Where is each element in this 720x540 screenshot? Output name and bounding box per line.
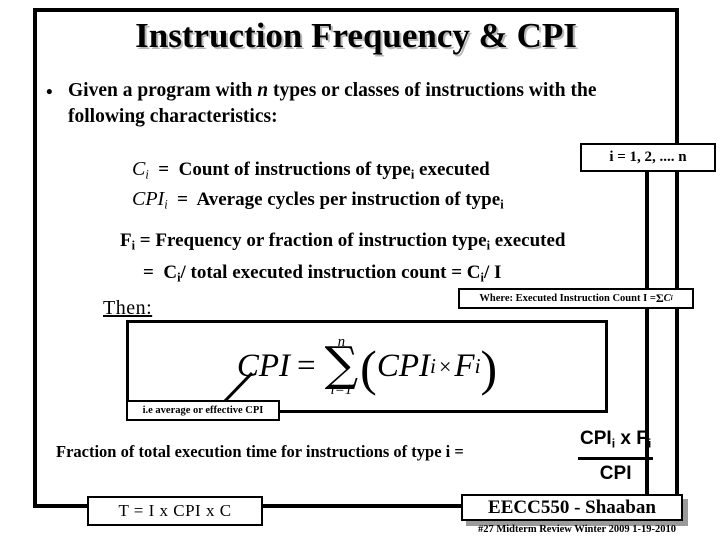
bullet-paragraph: • Given a program with n types or classe…: [46, 78, 636, 130]
ie-callout-text: i.e average or effective CPI: [142, 405, 264, 416]
credit-badge-face: EECC550 - Shaaban: [461, 494, 683, 521]
definition-fi-alt-text-b: / total executed instruction count = C: [180, 262, 481, 283]
definition-fi-text: Frequency or fraction of instruction typ…: [155, 230, 487, 251]
ie-callout-leader-line: [223, 372, 253, 403]
range-callout-connector-line: [645, 172, 649, 505]
definition-cpii-text: Average cycles per instruction of type: [196, 189, 501, 210]
range-callout-text: i = 1, 2, .... n: [609, 149, 687, 165]
fraction-expression: CPIi x Fi CPI: [578, 427, 654, 486]
definition-fi-alt-text-a: C: [163, 262, 178, 283]
definition-ci-symbol: C: [132, 158, 146, 180]
credit-badge-text: EECC550 - Shaaban: [488, 496, 656, 518]
page-title: Instruction Frequency & CPI: [135, 16, 577, 55]
definition-cpii-symbol-sub: i: [164, 197, 168, 212]
range-callout-box: i = 1, 2, .... n: [580, 143, 716, 172]
fraction-sentence: Fraction of total execution time for ins…: [56, 442, 464, 461]
definition-cpii: CPIi = Average cycles per instruction of…: [132, 188, 504, 215]
multiply-icon: ×: [438, 353, 452, 379]
definition-fi-alt: = Ci/ total executed instruction count =…: [143, 262, 501, 288]
definition-fi-symbol-sub: i: [131, 238, 136, 253]
definition-ci-text-tail: executed: [414, 159, 490, 180]
credit-footer: #27 Midterm Review Winter 2009 1-19-2010: [477, 524, 676, 535]
cpi-formula-expression: CPI = n ∑ i=1 ( CPI i × Fi ): [237, 335, 497, 398]
cpi-formula-term1: CPI: [376, 348, 430, 384]
definition-fi-text-tail: executed: [490, 230, 566, 251]
summation-sigma-icon: ∑: [324, 337, 359, 393]
bullet-variable-n: n: [257, 80, 269, 101]
where-callout-prefix: Where: Executed Instruction Count I =: [479, 293, 656, 304]
where-callout-term: C: [663, 293, 671, 304]
definition-fi-alt-equals: =: [143, 262, 154, 283]
ie-callout-box: i.e average or effective CPI: [126, 400, 280, 421]
definition-cpii-equals: =: [177, 189, 188, 210]
bullet-marker-icon: •: [46, 82, 53, 103]
t-equation-box: T = I x CPI x C: [87, 496, 263, 526]
close-paren: ): [480, 339, 498, 396]
definition-fi-alt-text-c: / I: [483, 262, 502, 283]
where-callout-box: Where: Executed Instruction Count I = ΣC…: [458, 288, 694, 309]
credit-badge: EECC550 - Shaaban: [461, 494, 688, 526]
fraction-denominator: CPI: [599, 462, 632, 484]
definition-ci: Ci = Count of instructions of typei exec…: [132, 158, 490, 185]
cpi-formula-term1-sub: i: [430, 354, 436, 378]
where-callout-term-sub: i: [670, 295, 673, 302]
definition-cpii-symbol: CPI: [132, 188, 165, 210]
bullet-text-part1: Given a program with: [68, 80, 258, 101]
definition-fi-equals: =: [139, 230, 151, 251]
definition-ci-text: Count of instructions of type: [178, 159, 411, 180]
definition-fi: Fi = Frequency or fraction of instructio…: [120, 230, 566, 256]
cpi-formula-term2: F: [454, 348, 475, 384]
cpi-formula-equals: =: [296, 348, 316, 384]
open-paren: (: [360, 339, 377, 396]
definition-ci-equals: =: [158, 159, 170, 180]
then-label: Then:: [103, 297, 153, 319]
fraction-numerator-b: x F: [615, 428, 648, 449]
bullet-text: Given a program with n types or classes …: [68, 78, 636, 130]
sigma-icon: Σ: [655, 291, 664, 305]
summation-operator: n ∑ i=1: [325, 335, 359, 398]
fraction-numerator: CPIi x Fi: [578, 427, 654, 460]
t-equation-text: T = I x CPI x C: [118, 501, 232, 520]
summation-lower-limit: i=1: [330, 381, 353, 398]
definition-ci-symbol-sub: i: [145, 167, 149, 182]
definition-cpii-text-sub: i: [500, 197, 504, 212]
fraction-numerator-a: CPI: [580, 428, 612, 449]
definition-fi-symbol: F: [120, 230, 132, 251]
cpi-formula-content: CPI = n ∑ i=1 ( CPI i × Fi ): [129, 323, 605, 410]
